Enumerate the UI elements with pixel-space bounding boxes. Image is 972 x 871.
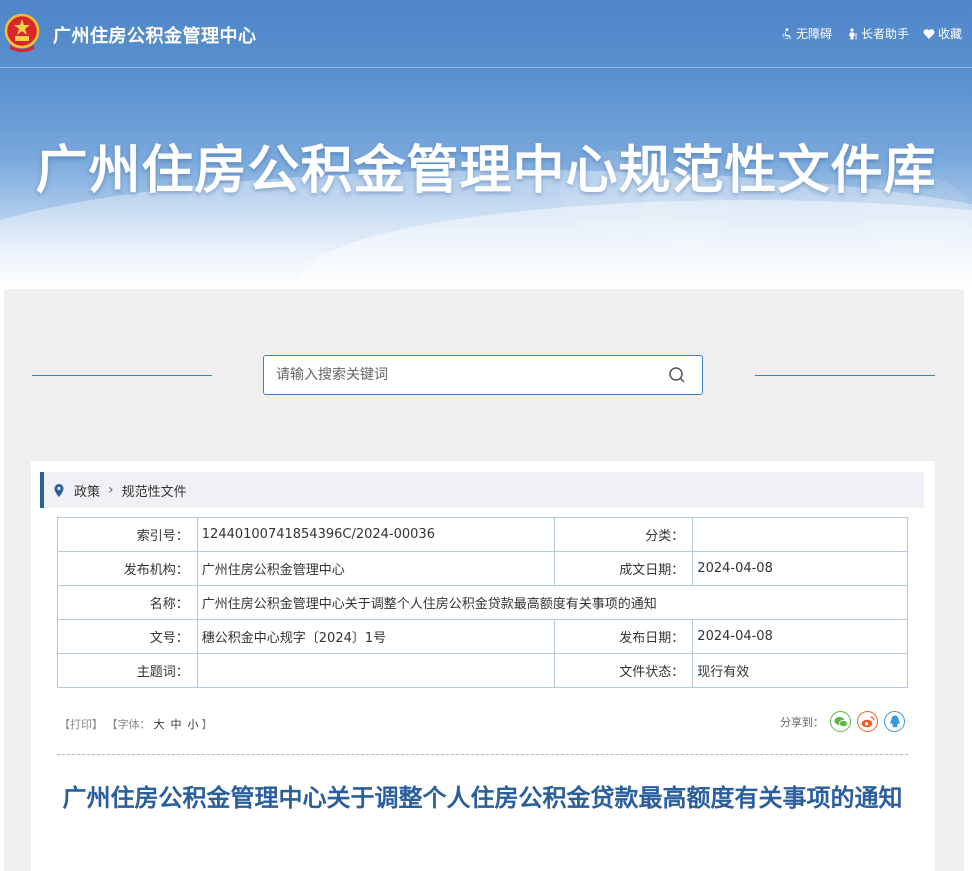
accessibility-label: 无障碍 bbox=[795, 27, 832, 41]
font-medium-button[interactable]: 中 bbox=[171, 718, 182, 731]
publish-date-label: 发布日期： bbox=[554, 619, 694, 654]
main-area: 政策 › 规范性文件 索引号： 12440100741854396C/2024-… bbox=[4, 289, 964, 871]
date-written-value: 2024-04-08 bbox=[692, 551, 908, 586]
site-name[interactable]: 广州住房公积金管理中心 bbox=[53, 22, 257, 48]
elder-assistant-label: 长者助手 bbox=[860, 27, 909, 41]
header-tools: 无障碍 长者助手 收藏 bbox=[781, 25, 962, 42]
keywords-value bbox=[196, 653, 556, 688]
heart-icon bbox=[923, 28, 935, 39]
category-label: 分类： bbox=[554, 517, 694, 552]
breadcrumb: 政策 › 规范性文件 bbox=[40, 472, 924, 508]
national-emblem-logo bbox=[4, 13, 40, 52]
table-row: 索引号： 12440100741854396C/2024-00036 分类： bbox=[57, 517, 908, 552]
status-value: 现行有效 bbox=[692, 653, 908, 688]
keywords-label: 主题词： bbox=[57, 653, 198, 688]
publisher-label: 发布机构： bbox=[57, 551, 198, 586]
font-suffix: 】 bbox=[201, 718, 213, 731]
name-value: 广州住房公积金管理中心关于调整个人住房公积金贷款最高额度有关事项的通知 bbox=[196, 585, 909, 620]
share-weibo-button[interactable] bbox=[857, 711, 878, 732]
content-divider bbox=[57, 754, 908, 755]
divider-right bbox=[755, 375, 935, 376]
doc-number-value: 穗公积金中心规字〔2024〕1号 bbox=[196, 619, 556, 654]
search-box bbox=[263, 355, 703, 395]
divider-left bbox=[32, 375, 212, 376]
weibo-icon bbox=[861, 715, 875, 727]
index-label: 索引号： bbox=[57, 517, 198, 552]
table-row: 文号： 穗公积金中心规字〔2024〕1号 发布日期： 2024-04-08 bbox=[57, 619, 908, 654]
favorite-button[interactable]: 收藏 bbox=[923, 25, 962, 42]
share-bar: 分享到： bbox=[780, 711, 905, 732]
search-icon[interactable] bbox=[668, 366, 686, 384]
document-meta-table: 索引号： 12440100741854396C/2024-00036 分类： 发… bbox=[57, 517, 909, 688]
top-bar: 广州住房公积金管理中心 无障碍 长者助手 收藏 bbox=[0, 0, 972, 68]
content-panel: 政策 › 规范性文件 索引号： 12440100741854396C/2024-… bbox=[31, 461, 935, 871]
publisher-value: 广州住房公积金管理中心 bbox=[196, 551, 556, 586]
favorite-label: 收藏 bbox=[937, 27, 962, 41]
breadcrumb-item-policy[interactable]: 政策 bbox=[74, 481, 100, 500]
name-label: 名称： bbox=[57, 585, 198, 620]
share-label: 分享到： bbox=[780, 715, 824, 729]
index-value: 12440100741854396C/2024-00036 bbox=[196, 517, 556, 552]
share-wechat-button[interactable] bbox=[830, 711, 851, 732]
date-written-label: 成文日期： bbox=[554, 551, 694, 586]
banner-title: 广州住房公积金管理中心规范性文件库 bbox=[35, 141, 937, 201]
share-qq-button[interactable] bbox=[884, 711, 905, 732]
doc-number-label: 文号： bbox=[57, 619, 198, 654]
page-options: 【打印】 【字体：大中小】 bbox=[59, 716, 213, 732]
elder-assistant-button[interactable]: 长者助手 bbox=[846, 25, 909, 42]
publish-date-value: 2024-04-08 bbox=[692, 619, 908, 654]
wechat-icon bbox=[834, 716, 848, 727]
table-row: 发布机构： 广州住房公积金管理中心 成文日期： 2024-04-08 bbox=[57, 551, 908, 586]
font-small-button[interactable]: 小 bbox=[188, 718, 199, 731]
font-prefix: 【字体： bbox=[106, 718, 151, 731]
elder-icon bbox=[848, 27, 857, 39]
breadcrumb-item-normative-docs[interactable]: 规范性文件 bbox=[122, 481, 187, 500]
print-button[interactable]: 【打印】 bbox=[59, 718, 103, 731]
table-row: 主题词： 文件状态： 现行有效 bbox=[57, 653, 908, 688]
document-title: 广州住房公积金管理中心关于调整个人住房公积金贷款最高额度有关事项的通知 bbox=[62, 784, 903, 812]
table-row: 名称： 广州住房公积金管理中心关于调整个人住房公积金贷款最高额度有关事项的通知 bbox=[57, 585, 909, 620]
font-large-button[interactable]: 大 bbox=[154, 718, 165, 731]
location-pin-icon bbox=[54, 483, 64, 497]
search-input[interactable] bbox=[264, 356, 654, 394]
header-banner: 广州住房公积金管理中心 无障碍 长者助手 收藏 广州住房公积金管理中心规范性文件… bbox=[0, 0, 972, 290]
accessibility-button[interactable]: 无障碍 bbox=[781, 25, 832, 42]
qq-icon bbox=[889, 715, 900, 728]
category-value bbox=[692, 517, 908, 552]
wheelchair-icon bbox=[782, 27, 791, 39]
chevron-right-icon: › bbox=[108, 482, 114, 498]
status-label: 文件状态： bbox=[554, 653, 694, 688]
